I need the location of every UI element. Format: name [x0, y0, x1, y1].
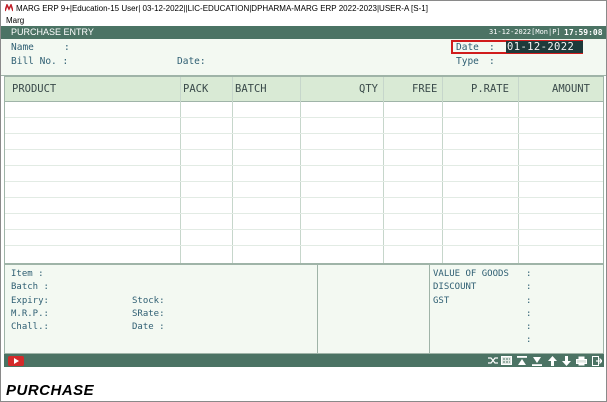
footer-title: PURCHASE — [6, 382, 95, 399]
grid-col-divider — [232, 77, 233, 263]
totals-colon: : — [526, 322, 532, 332]
menu-bar: Marg — [1, 15, 606, 26]
grid-row-line — [5, 181, 603, 182]
window-title: MARG ERP 9+|Education-15 User| 03-12-202… — [16, 3, 428, 13]
calculator-icon[interactable] — [501, 355, 512, 366]
clock: 17:59:08 — [564, 28, 603, 37]
grid-col-divider — [383, 77, 384, 263]
discount-label: DISCOUNT — [433, 282, 477, 292]
col-qty: QTY — [359, 83, 378, 95]
value-of-goods-label: VALUE OF GOODS — [433, 269, 509, 279]
status-toolbar — [4, 354, 604, 367]
grid-row-line — [5, 197, 603, 198]
bill-no-label: Bill No. : — [11, 56, 69, 67]
grid-row-line — [5, 229, 603, 230]
exit-icon[interactable] — [591, 355, 602, 366]
col-product: PRODUCT — [12, 83, 57, 95]
grid-col-divider — [180, 77, 181, 263]
col-amount: AMOUNT — [552, 83, 590, 95]
col-batch: BATCH — [235, 83, 267, 95]
grid-row-line — [5, 117, 603, 118]
chall-label: Chall.: — [11, 322, 49, 332]
down-arrow-icon[interactable] — [561, 355, 572, 366]
grid-col-divider — [518, 77, 519, 263]
up-arrow-icon[interactable] — [547, 355, 558, 366]
play-icon[interactable] — [8, 356, 24, 366]
grid-col-divider — [442, 77, 443, 263]
batch-label: Batch : — [11, 282, 49, 292]
grid-row-line — [5, 165, 603, 166]
col-prate: P.RATE — [471, 83, 509, 95]
totals-colon: : — [526, 335, 532, 345]
mrp-label: M.R.P.: — [11, 309, 49, 319]
details-divider — [317, 265, 318, 353]
marg-logo-icon — [5, 4, 13, 12]
system-date: 31-12-2022[Mon|P] — [489, 28, 561, 36]
col-free: FREE — [412, 83, 438, 95]
grid-col-divider — [300, 77, 301, 263]
type-label: Type — [456, 56, 479, 67]
details-divider — [429, 265, 430, 353]
last-icon[interactable] — [531, 355, 542, 366]
screen-title: PURCHASE ENTRY — [11, 27, 94, 37]
gst-label: GST — [433, 296, 450, 306]
grid-header: PRODUCT PACK BATCH QTY FREE P.RATE AMOUN… — [5, 77, 603, 102]
product-grid: PRODUCT PACK BATCH QTY FREE P.RATE AMOUN… — [4, 76, 604, 264]
name-label: Name — [11, 42, 34, 53]
col-pack: PACK — [183, 83, 209, 95]
first-icon[interactable] — [516, 355, 527, 366]
totals-colon: : — [526, 282, 532, 292]
title-bar: MARG ERP 9+|Education-15 User| 03-12-202… — [1, 1, 606, 15]
grid-row-line — [5, 133, 603, 134]
expiry-label: Expiry: — [11, 296, 49, 306]
print-icon[interactable] — [576, 355, 587, 366]
totals-colon: : — [526, 269, 532, 279]
type-colon: : — [489, 56, 495, 67]
name-colon: : — [64, 42, 70, 53]
date-colon: : — [489, 42, 495, 53]
chall-date-label: Date : — [132, 322, 165, 332]
date-label: Date — [456, 42, 479, 53]
grid-row-line — [5, 213, 603, 214]
srate-label: SRate: — [132, 309, 165, 319]
grid-row-line — [5, 245, 603, 246]
details-panel: Item : Batch : Expiry: Stock: M.R.P.: SR… — [4, 264, 604, 354]
stock-label: Stock: — [132, 296, 165, 306]
grid-row-line — [5, 149, 603, 150]
app-window: MARG ERP 9+|Education-15 User| 03-12-202… — [0, 0, 607, 402]
item-label: Item : — [11, 269, 44, 279]
shuffle-icon[interactable] — [487, 355, 498, 366]
menu-marg[interactable]: Marg — [6, 16, 24, 25]
totals-colon: : — [526, 296, 532, 306]
totals-colon: : — [526, 309, 532, 319]
date-input[interactable]: 01-12-2022 — [506, 41, 583, 53]
bill-date-label: Date: — [177, 56, 206, 67]
screen-header: PURCHASE ENTRY 31-12-2022[Mon|P] 17:59:0… — [1, 26, 606, 39]
